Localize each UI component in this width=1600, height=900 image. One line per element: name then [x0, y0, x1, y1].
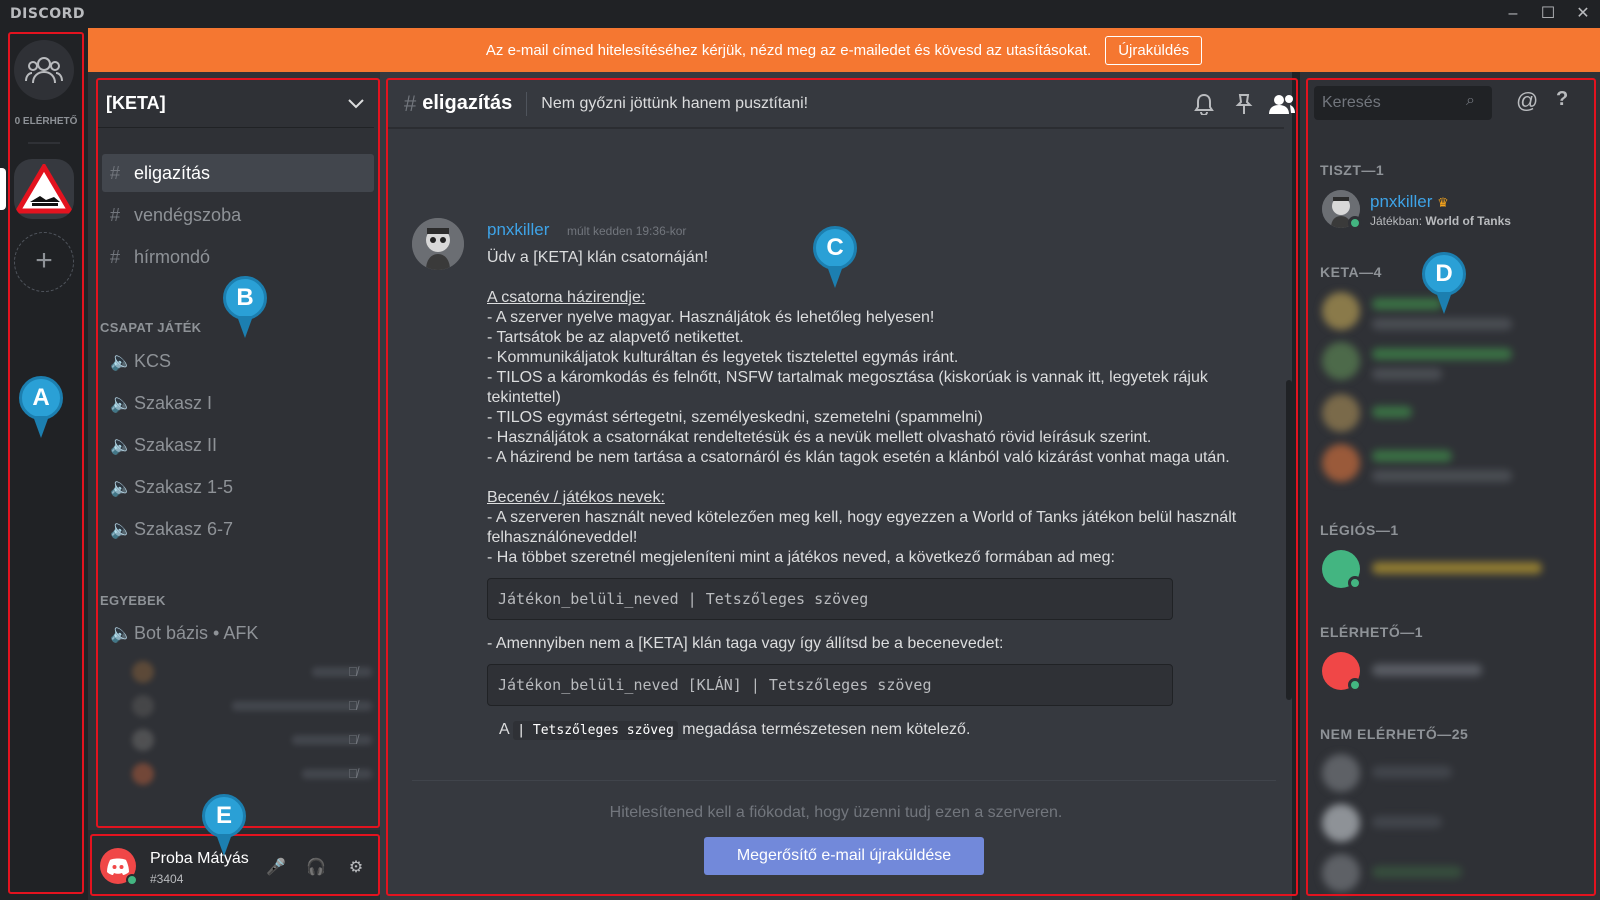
annotation-box-c	[386, 78, 1298, 896]
resend-button[interactable]: Újraküldés	[1105, 35, 1203, 65]
annotation-box-d	[1306, 78, 1596, 896]
verify-email-banner: Az e-mail címed hitelesítéséhez kérjük, …	[88, 28, 1600, 72]
annotation-pin-a: A	[19, 376, 63, 442]
maximize-button[interactable]: ☐	[1535, 4, 1561, 24]
annotation-box-b	[96, 78, 380, 828]
banner-text: Az e-mail címed hitelesítéséhez kérjük, …	[485, 41, 1092, 59]
annotation-pin-e: E	[202, 794, 246, 860]
minimize-button[interactable]: –	[1500, 4, 1526, 24]
close-button[interactable]: ✕	[1570, 4, 1596, 24]
annotation-pin-b: B	[223, 276, 267, 342]
annotation-pin-d: D	[1422, 252, 1466, 318]
discord-logo: DISCORD	[10, 6, 85, 22]
title-bar	[0, 0, 1600, 28]
annotation-pin-c: C	[813, 226, 857, 292]
annotation-box-a	[8, 32, 84, 894]
selected-server-pill	[0, 168, 6, 210]
